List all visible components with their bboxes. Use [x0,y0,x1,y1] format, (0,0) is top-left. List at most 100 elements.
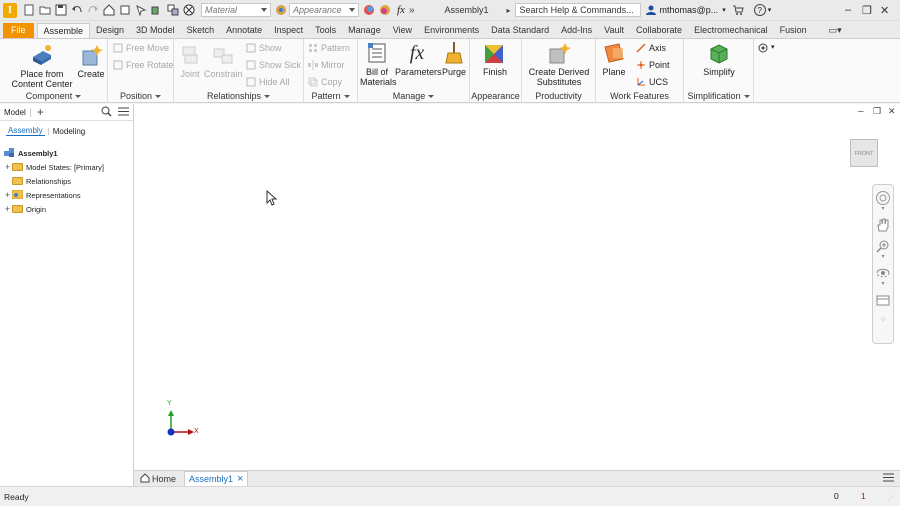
show-button[interactable]: Show [246,42,282,54]
close-icon[interactable]: ✕ [880,4,889,17]
help-dropdown-icon[interactable]: ▾ [768,6,772,14]
tab-assemble[interactable]: Assemble [36,23,91,38]
chevron-down-icon[interactable]: ▾ [873,254,893,260]
panel-label-component[interactable]: Component [0,91,107,102]
expand-icon[interactable]: + [4,204,11,214]
pan-hand-icon[interactable] [875,217,891,233]
viewcube[interactable]: FRONT [850,139,878,167]
material-combo[interactable]: Material [201,3,271,17]
tab-view[interactable]: View [387,23,418,38]
help-icon[interactable]: ? [753,4,766,16]
open-folder-icon[interactable] [39,4,51,16]
panel-label-pattern[interactable]: Pattern [304,91,357,102]
panel-label-position[interactable]: Position [108,91,173,102]
free-move-button[interactable]: Free Move [113,42,169,54]
undo-icon[interactable] [71,4,83,16]
joint-button[interactable]: Joint [176,43,204,79]
adjust-appearance-icon[interactable] [363,4,375,16]
panel-label-relationships[interactable]: Relationships [174,91,303,102]
tab-manage[interactable]: Manage [342,23,387,38]
tab-inspect[interactable]: Inspect [268,23,309,38]
navbar-menu-icon[interactable]: ○ [873,316,893,323]
tree-node-representations[interactable]: + Representations [4,188,133,202]
canvas-minimize-icon[interactable]: – [858,106,864,117]
redo-icon[interactable] [87,4,99,16]
document-tabs-menu-icon[interactable] [883,473,894,484]
app-logo-icon[interactable]: I [3,2,17,18]
panel-label-simplification[interactable]: Simplification [684,91,753,102]
assembly-document-tab[interactable]: Assembly1 × [184,471,249,486]
tab-assembly[interactable]: Assembly [6,126,45,136]
bill-of-materials-button[interactable]: Bill of Materials [360,41,397,87]
minimize-icon[interactable]: – [845,4,851,16]
chevron-down-icon[interactable]: ▾ [873,281,893,287]
show-sick-button[interactable]: Show Sick [246,59,301,71]
tab-design[interactable]: Design [90,23,130,38]
tab-vault[interactable]: Vault [598,23,630,38]
search-input[interactable]: Search Help & Commands... [514,3,641,17]
add-browser-tab-icon[interactable]: + [37,105,44,119]
tab-sketch[interactable]: Sketch [181,23,221,38]
mirror-button[interactable]: Mirror [308,59,345,71]
tab-annotate[interactable]: Annotate [220,23,268,38]
tree-node-model-states[interactable]: + Model States: [Primary] [4,160,133,174]
hamburger-menu-icon[interactable] [118,107,129,118]
ribbon-options-icon[interactable]: ▭▾ [823,23,848,38]
orbit-icon[interactable] [875,265,891,281]
tab-modeling[interactable]: Modeling [53,127,85,136]
clear-appearance-icon[interactable] [183,4,195,16]
user-account[interactable]: mthomas@p... [660,5,719,15]
search-icon[interactable] [101,106,112,119]
simplify-button[interactable]: Simplify [702,41,736,77]
tab-fusion[interactable]: Fusion [774,23,813,38]
restore-icon[interactable]: ❐ [862,4,872,17]
appearance-combo[interactable]: Appearance [289,3,359,17]
steering-wheel-icon[interactable] [875,190,891,206]
free-rotate-button[interactable]: Free Rotate [113,59,174,71]
home-tab[interactable]: Home [136,471,180,486]
update-icon[interactable] [119,4,131,16]
tab-collaborate[interactable]: Collaborate [630,23,688,38]
new-file-icon[interactable] [23,4,35,16]
place-content-center-button[interactable]: Place from Content Center [10,43,74,89]
panel-label-manage[interactable]: Manage [358,91,469,102]
browser-title[interactable]: Model [4,107,31,117]
tab-tools[interactable]: Tools [309,23,342,38]
parameters-button[interactable]: fx Parameters [395,41,442,77]
tab-electromechanical[interactable]: Electromechanical [688,23,774,38]
expand-icon[interactable]: + [4,190,11,200]
constrain-button[interactable]: Constrain [204,43,243,79]
measure-icon[interactable] [167,4,179,16]
zoom-icon[interactable] [875,238,891,254]
ucs-button[interactable]: UCS [636,76,668,88]
purge-button[interactable]: Purge [440,41,468,77]
chevron-down-icon[interactable]: ▾ [873,206,893,212]
tab-file[interactable]: File [3,23,34,38]
select-icon[interactable] [135,4,147,16]
hide-all-button[interactable]: Hide All [246,76,290,88]
tab-environments[interactable]: Environments [418,23,485,38]
more-commands-icon[interactable]: » [409,5,415,16]
close-tab-icon[interactable]: × [237,473,243,485]
tree-node-relationships[interactable]: Relationships [4,174,133,188]
resize-grip-icon[interactable]: ⋰ [888,495,894,502]
cart-icon[interactable] [732,4,744,16]
finish-button[interactable]: Finish [480,41,510,77]
fx-icon[interactable]: fx [397,4,405,16]
look-at-icon[interactable] [875,292,891,308]
user-dropdown-icon[interactable]: ▾ [722,6,726,14]
ribbon-extra-dropdown[interactable]: ▾ [758,42,775,54]
canvas-close-icon[interactable]: ✕ [888,106,896,117]
home-icon[interactable] [103,4,115,16]
axis-button[interactable]: Axis [636,42,666,54]
save-icon[interactable] [55,4,67,16]
plane-button[interactable]: Plane [599,41,629,77]
tab-3d-model[interactable]: 3D Model [130,23,181,38]
copy-button[interactable]: Copy [308,76,342,88]
select-priority-icon[interactable] [151,4,163,16]
tab-data-standard[interactable]: Data Standard [485,23,555,38]
expand-icon[interactable]: + [4,162,11,172]
tree-node-root[interactable]: Assembly1 [4,146,133,160]
tab-add-ins[interactable]: Add-Ins [555,23,598,38]
pattern-button[interactable]: Pattern [308,42,350,54]
